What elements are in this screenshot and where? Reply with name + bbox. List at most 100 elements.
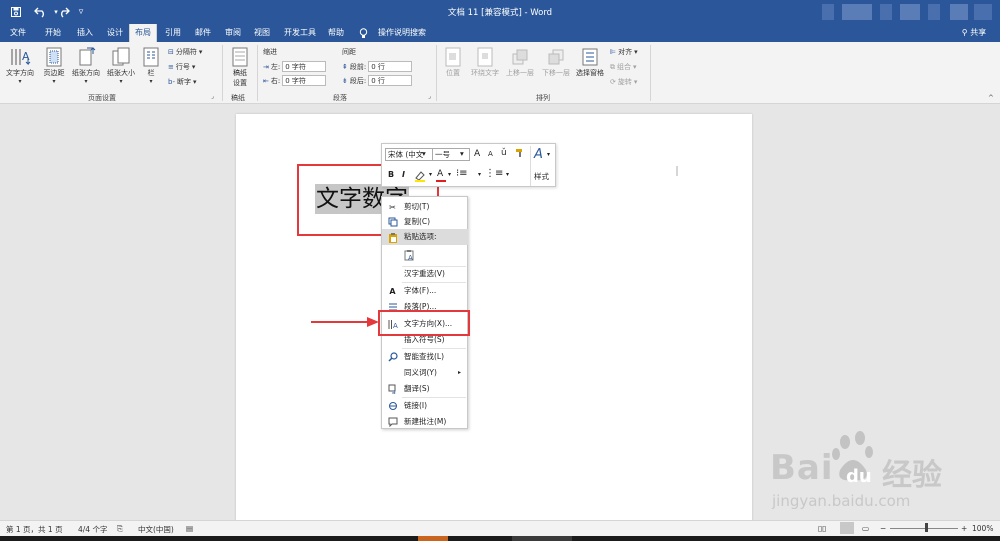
menu-item-new-comment[interactable]: 新建批注(M): [382, 414, 468, 430]
orientation-button[interactable]: 纸张方向 ▾: [69, 46, 103, 85]
print-layout-icon[interactable]: [840, 522, 854, 534]
margins-button[interactable]: 页边距 ▾: [39, 46, 69, 85]
group-label-page-setup: 页面设置: [88, 94, 116, 102]
menu-item-cut[interactable]: ✂ 剪切(T): [382, 199, 468, 215]
zoom-in-icon[interactable]: +: [961, 524, 967, 533]
selection-pane-button[interactable]: 选择窗格: [573, 46, 607, 78]
proofing-icon[interactable]: ⎘: [117, 524, 123, 534]
breaks-label: 分隔符: [175, 48, 197, 56]
tab-review[interactable]: 审阅: [218, 24, 248, 42]
menu-item-smart-lookup[interactable]: 智能查找(L): [382, 349, 468, 365]
tab-design[interactable]: 设计: [98, 24, 132, 42]
read-mode-icon[interactable]: ▯▯: [818, 524, 826, 533]
send-backward-button[interactable]: 下移一层: [538, 46, 574, 78]
tab-references[interactable]: 引用: [158, 24, 188, 42]
highlight-dropdown-arrow-icon[interactable]: ▾: [429, 171, 432, 178]
group-button[interactable]: ⧉ 组合 ▾: [610, 62, 637, 72]
page-corner-mark: [676, 166, 678, 176]
zoom-level[interactable]: 100%: [972, 524, 993, 533]
menu-item-copy[interactable]: 复制(C): [382, 214, 468, 230]
lightbulb-icon[interactable]: [356, 24, 370, 42]
zoom-slider[interactable]: [890, 528, 958, 529]
blurred-account-area: [900, 4, 920, 20]
tab-insert[interactable]: 插入: [68, 24, 102, 42]
tab-layout[interactable]: 布局: [129, 24, 157, 42]
share-label: 共享: [970, 28, 987, 37]
wrap-text-icon: [477, 47, 493, 67]
spacing-heading: 间距: [342, 48, 356, 56]
spacing-before-field[interactable]: 0 行: [368, 61, 413, 72]
macro-record-icon[interactable]: ▤: [186, 524, 193, 533]
web-layout-icon[interactable]: ▭: [862, 524, 869, 533]
columns-button[interactable]: 栏 ▾: [141, 46, 161, 85]
tab-file[interactable]: 文件: [4, 24, 32, 42]
font-color-bar: [436, 180, 446, 182]
orientation-label: 纸张方向: [72, 69, 100, 77]
styles-icon[interactable]: A: [534, 147, 543, 162]
hyphenation-label: 断字: [176, 78, 191, 86]
font-color-dropdown-arrow-icon[interactable]: ▾: [448, 171, 451, 178]
breaks-button[interactable]: ⊟ 分隔符 ▾: [168, 47, 202, 57]
menu-item-link[interactable]: 链接(I): [382, 398, 468, 414]
bullets-dropdown-arrow-icon[interactable]: ▾: [478, 171, 481, 178]
pointer-arrow-icon: [311, 317, 379, 327]
dialog-launcher-icon[interactable]: ⌟: [211, 93, 214, 100]
phonetic-guide-icon[interactable]: ǔ: [501, 148, 507, 158]
bring-forward-button[interactable]: 上移一层: [502, 46, 538, 78]
numbering-icon[interactable]: ⋮≡: [485, 168, 503, 179]
menu-item-font[interactable]: A 字体(F)...: [382, 283, 468, 299]
new-comment-icon: [387, 417, 398, 428]
styles-dropdown-arrow-icon[interactable]: ▾: [547, 151, 550, 158]
size-dropdown-arrow-icon[interactable]: ▾: [460, 149, 464, 158]
ribbon-tabs: 文件 开始 插入 设计 布局 引用 邮件 审阅 视图 开发工具 帮助 操作说明搜…: [0, 24, 1000, 42]
send-backward-icon: [548, 49, 564, 65]
spacing-after-field[interactable]: 0 行: [368, 75, 413, 86]
align-icon: ⊫: [610, 48, 617, 56]
menu-item-reconversion[interactable]: 汉字重选(V): [382, 266, 468, 282]
numbering-dropdown-arrow-icon[interactable]: ▾: [506, 171, 509, 178]
selection-pane-label: 选择窗格: [576, 69, 604, 77]
format-painter-icon[interactable]: [515, 148, 525, 160]
tab-home[interactable]: 开始: [36, 24, 70, 42]
text-direction-button[interactable]: A 文字方向 ▾: [4, 46, 36, 85]
collapse-ribbon-icon[interactable]: ^: [988, 94, 994, 102]
menu-item-synonyms[interactable]: 同义词(Y) ▸: [382, 365, 468, 381]
dialog-launcher-icon[interactable]: ⌟: [428, 93, 431, 100]
zoom-out-icon[interactable]: −: [880, 524, 886, 533]
align-button[interactable]: ⊫ 对齐 ▾: [610, 47, 638, 57]
rotate-button[interactable]: ⟳ 旋转 ▾: [610, 77, 637, 87]
italic-button[interactable]: I: [402, 170, 405, 179]
share-button[interactable]: ⚲ 共享: [954, 24, 994, 42]
grow-font-button[interactable]: A: [474, 149, 480, 159]
blurred-account-area: [974, 4, 992, 20]
tab-help[interactable]: 帮助: [322, 24, 350, 42]
tab-developer[interactable]: 开发工具: [280, 24, 320, 42]
size-button[interactable]: 纸张大小 ▾: [104, 46, 138, 85]
tell-me-search[interactable]: 操作说明搜索: [374, 24, 430, 42]
menu-item-paste-text-only[interactable]: A: [382, 246, 468, 264]
font-color-button[interactable]: A: [437, 169, 443, 179]
language[interactable]: 中文(中国): [138, 524, 174, 535]
text-direction-icon: A: [11, 49, 31, 66]
hyphenation-button[interactable]: b- 断字 ▾: [168, 77, 197, 87]
line-numbers-button[interactable]: ≡ 行号 ▾: [168, 62, 195, 72]
font-dropdown-arrow-icon[interactable]: ▾: [422, 149, 426, 158]
word-count[interactable]: 4/4 个字: [78, 524, 107, 535]
indent-left-field[interactable]: 0 字符: [282, 61, 327, 72]
tab-view[interactable]: 视图: [248, 24, 276, 42]
manuscript-settings-button[interactable]: 稿纸 设置: [227, 46, 253, 88]
tab-mailings[interactable]: 邮件: [188, 24, 218, 42]
text-highlight-icon[interactable]: [414, 170, 425, 182]
bold-button[interactable]: B: [388, 170, 394, 179]
shrink-font-button[interactable]: A: [488, 150, 493, 158]
columns-label: 栏: [147, 69, 155, 77]
bullets-icon[interactable]: ⁝≡: [456, 168, 468, 179]
wrap-text-button[interactable]: 环绕文字: [468, 46, 502, 78]
paste-icon: [387, 232, 398, 243]
indent-right-field[interactable]: 0 字符: [282, 75, 327, 86]
zoom-slider-thumb[interactable]: [925, 523, 928, 532]
font-size-dropdown[interactable]: 一号: [432, 148, 470, 161]
position-button[interactable]: 位置: [440, 46, 466, 78]
menu-item-translate[interactable]: a 翻译(S): [382, 381, 468, 397]
page-count[interactable]: 第 1 页，共 1 页: [6, 524, 63, 535]
